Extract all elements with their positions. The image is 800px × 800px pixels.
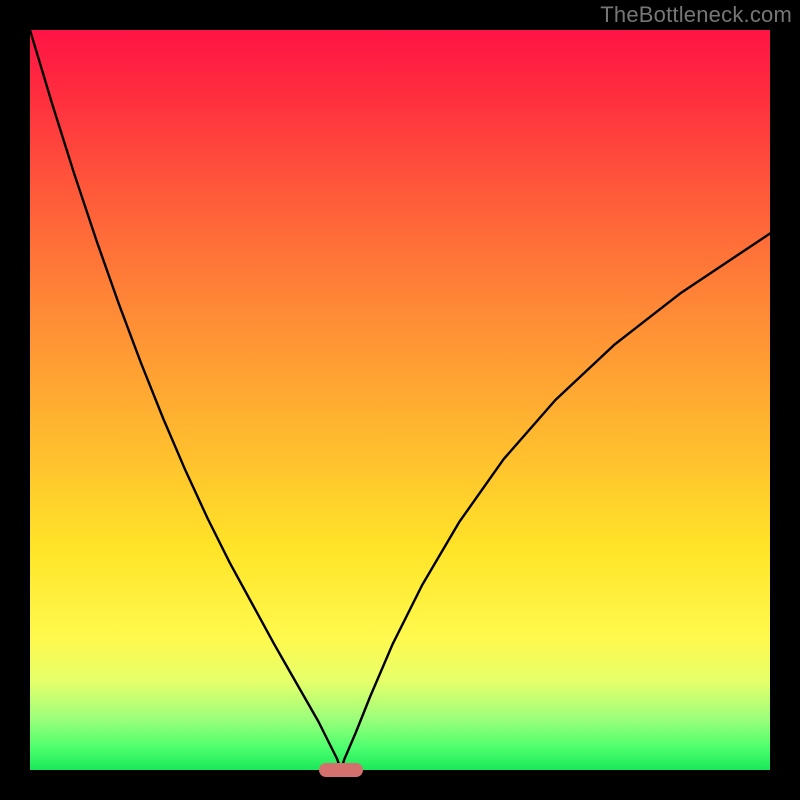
watermark-text: TheBottleneck.com [600,2,792,28]
chart-frame: TheBottleneck.com [0,0,800,800]
bottleneck-curve [30,30,770,770]
curve-path [30,30,770,770]
optimal-point-marker [319,763,363,777]
plot-area [30,30,770,770]
